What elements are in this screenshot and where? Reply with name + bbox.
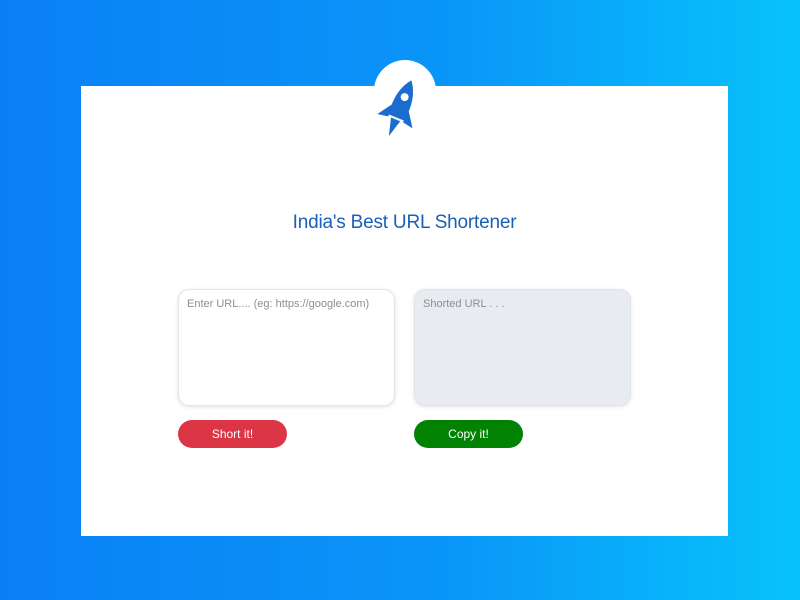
rocket-icon	[377, 80, 413, 137]
copy-it-button[interactable]: Copy it!	[414, 420, 523, 448]
url-input[interactable]	[178, 289, 395, 406]
short-it-button[interactable]: Short it!	[178, 420, 287, 448]
shortened-url-output[interactable]	[414, 289, 631, 406]
page-title: India's Best URL Shortener	[292, 212, 517, 233]
